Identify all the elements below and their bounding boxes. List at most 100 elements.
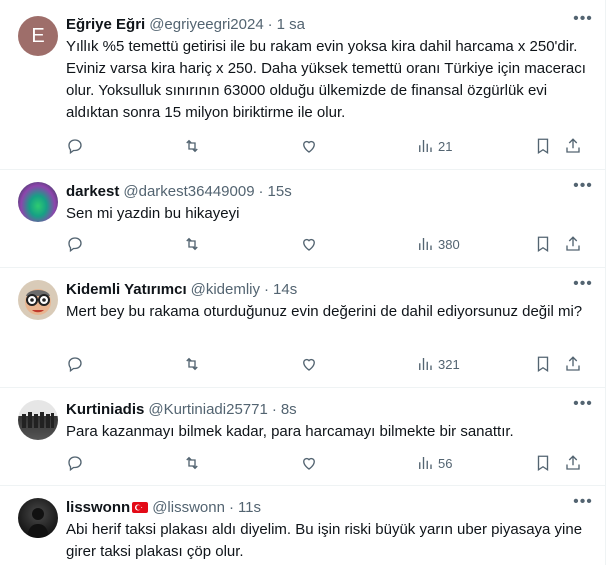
view-count: 380	[438, 236, 460, 252]
tweet-content: Eğriye Eğri @egriyeegri2024 · 1 sa Yıllı…	[66, 14, 592, 124]
timestamp[interactable]: 11s	[238, 499, 261, 516]
tweet-header: Kidemli Yatırımcı @kidemliy · 14s	[66, 279, 592, 299]
retweet-button[interactable]	[183, 454, 201, 472]
views-button[interactable]: 380	[416, 235, 460, 253]
action-bar: 56	[66, 453, 592, 473]
display-name[interactable]: Kidemli Yatırımcı	[66, 281, 187, 298]
share-icon	[566, 356, 580, 371]
reply-feed: E Eğriye Eğri @egriyeegri2024 · 1 sa Yıl…	[0, 0, 606, 565]
reply-button[interactable]	[66, 355, 84, 373]
avatar[interactable]: E	[18, 16, 58, 56]
tweet-header: Kurtiniadis @Kurtiniadi25771 · 8s	[66, 399, 592, 419]
bookmark-icon	[537, 138, 549, 155]
tweet-4[interactable]: Kurtiniadis @Kurtiniadi25771 · 8s Para k…	[0, 388, 606, 486]
share-button[interactable]	[564, 454, 582, 472]
heart-icon	[303, 238, 315, 251]
tweet-2[interactable]: darkest @darkest36449009 · 15s Sen mi ya…	[0, 170, 606, 268]
reply-icon	[68, 237, 82, 253]
bookmark-icon	[537, 356, 549, 373]
heart-icon	[303, 457, 315, 470]
bookmark-button[interactable]	[534, 454, 552, 472]
views-button[interactable]: 21	[416, 137, 452, 155]
avatar-group-image	[22, 412, 54, 428]
display-name[interactable]: lisswonn	[66, 499, 130, 516]
user-handle[interactable]: @Kurtiniadi25771	[148, 401, 267, 418]
share-button[interactable]	[564, 355, 582, 373]
heart-icon	[303, 358, 315, 371]
action-bar: 321	[66, 354, 592, 374]
tweet-1[interactable]: E Eğriye Eğri @egriyeegri2024 · 1 sa Yıl…	[0, 0, 606, 170]
more-options-icon[interactable]: •••	[572, 494, 594, 517]
view-count: 56	[438, 455, 453, 471]
view-count: 21	[438, 138, 453, 154]
display-name[interactable]: darkest	[66, 183, 119, 200]
timestamp[interactable]: 8s	[281, 401, 297, 418]
retweet-button[interactable]	[183, 137, 201, 155]
views-button[interactable]: 56	[416, 454, 452, 472]
views-button[interactable]: 321	[416, 355, 460, 373]
timestamp[interactable]: 15s	[268, 183, 292, 200]
like-button[interactable]	[300, 137, 318, 155]
retweet-icon	[186, 357, 198, 371]
more-options-icon[interactable]: •••	[572, 178, 594, 201]
bookmark-button[interactable]	[534, 355, 552, 373]
user-handle[interactable]: @darkest36449009	[123, 183, 254, 200]
avatar-silhouette-image	[27, 508, 49, 538]
more-options-icon[interactable]: •••	[572, 396, 594, 419]
turkey-flag-icon	[132, 501, 149, 513]
timestamp[interactable]: 14s	[273, 281, 297, 298]
tweet-header: Eğriye Eğri @egriyeegri2024 · 1 sa	[66, 14, 592, 34]
avatar-face-image	[25, 289, 51, 315]
separator-dot: ·	[264, 280, 270, 298]
tweet-header: lisswonn @lisswonn · 11s	[66, 497, 592, 517]
more-options-icon[interactable]: •••	[572, 276, 594, 299]
user-handle[interactable]: @lisswonn	[152, 499, 225, 516]
like-button[interactable]	[300, 355, 318, 373]
separator-dot: ·	[228, 498, 234, 516]
share-icon	[566, 455, 580, 470]
tweet-3[interactable]: Kidemli Yatırımcı @kidemliy · 14s Mert b…	[0, 268, 606, 388]
avatar[interactable]	[18, 400, 58, 440]
display-name[interactable]: Eğriye Eğri	[66, 16, 145, 33]
timestamp[interactable]: 1 sa	[277, 16, 305, 33]
bookmark-icon	[537, 455, 549, 472]
avatar[interactable]	[18, 280, 58, 320]
bookmark-button[interactable]	[534, 235, 552, 253]
separator-dot: ·	[267, 15, 273, 33]
analytics-icon	[419, 358, 432, 370]
bookmark-button[interactable]	[534, 137, 552, 155]
share-icon	[566, 138, 580, 153]
tweet-text: Para kazanmayı bilmek kadar, para harcam…	[66, 423, 514, 440]
share-button[interactable]	[564, 137, 582, 155]
tweet-text: Yıllık %5 temettü getirisi ile bu rakam …	[66, 38, 591, 121]
user-handle[interactable]: @egriyeegri2024	[149, 16, 263, 33]
user-handle[interactable]: @kidemliy	[191, 281, 260, 298]
retweet-button[interactable]	[183, 355, 201, 373]
tweet-header: darkest @darkest36449009 · 15s	[66, 181, 592, 201]
avatar[interactable]	[18, 498, 58, 538]
display-name[interactable]: Kurtiniadis	[66, 401, 144, 418]
retweet-icon	[186, 139, 198, 153]
like-button[interactable]	[300, 235, 318, 253]
analytics-icon	[419, 457, 432, 469]
retweet-icon	[186, 237, 198, 251]
reply-button[interactable]	[66, 235, 84, 253]
share-icon	[566, 236, 580, 251]
separator-dot: ·	[271, 400, 277, 418]
tweet-content: darkest @darkest36449009 · 15s Sen mi ya…	[66, 181, 592, 225]
retweet-icon	[186, 456, 198, 470]
share-button[interactable]	[564, 235, 582, 253]
bookmark-icon	[537, 236, 549, 253]
tweet-5[interactable]: lisswonn @lisswonn · 11s Abi herif taksi…	[0, 486, 606, 565]
analytics-icon	[419, 140, 432, 152]
action-bar: 21	[66, 136, 592, 156]
reply-button[interactable]	[66, 137, 84, 155]
tweet-content: lisswonn @lisswonn · 11s Abi herif taksi…	[66, 497, 592, 563]
avatar[interactable]	[18, 182, 58, 222]
retweet-button[interactable]	[183, 235, 201, 253]
reply-button[interactable]	[66, 454, 84, 472]
like-button[interactable]	[300, 454, 318, 472]
more-options-icon[interactable]: •••	[572, 11, 594, 34]
analytics-icon	[419, 238, 432, 250]
tweet-text: Mert bey bu rakama oturduğunuz evin değe…	[66, 303, 583, 320]
